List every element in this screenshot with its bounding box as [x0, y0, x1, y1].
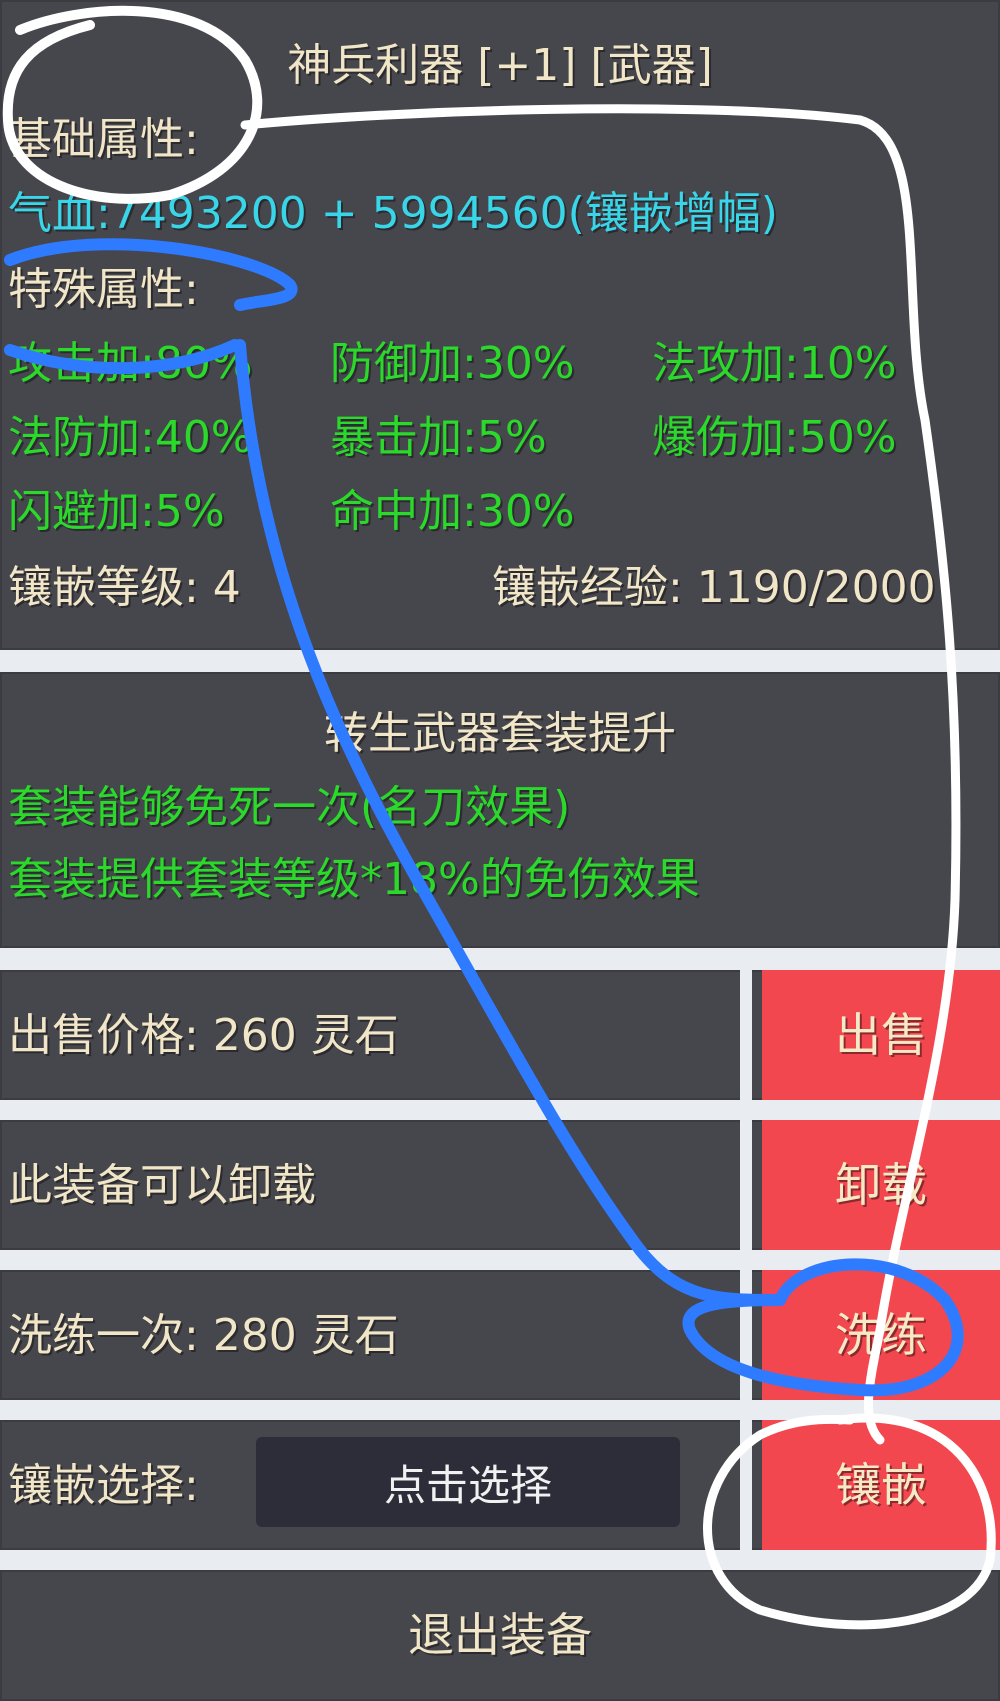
inlay-exp: 镶嵌经验: 1190/2000 — [492, 562, 936, 613]
attr-crit: 暴击加:5% — [330, 412, 547, 463]
attr-dodge: 闪避加:5% — [8, 486, 225, 537]
inlay-level: 镶嵌等级: 4 — [8, 562, 241, 613]
item-title: 神兵利器 [+1] [武器] — [287, 40, 713, 91]
exit-bar[interactable]: 退出装备 — [0, 1570, 1000, 1701]
unload-button[interactable]: 卸载 — [762, 1120, 1000, 1250]
inlay-select-label: 镶嵌选择: — [8, 1460, 199, 1511]
attr-defense: 防御加:30% — [330, 338, 575, 389]
inlay-button[interactable]: 镶嵌 — [762, 1420, 1000, 1550]
hp-attr-value: 气血:7493200 + 5994560(镶嵌增幅) — [8, 188, 778, 239]
attr-hit: 命中加:30% — [330, 486, 575, 537]
attr-crit-damage: 爆伤加:50% — [652, 412, 897, 463]
sell-price-text: 出售价格: 260 灵石 — [8, 1010, 399, 1061]
inlay-select-field[interactable]: 点击选择 — [256, 1437, 680, 1527]
set-bonus-panel: 转生武器套装提升 套装能够免死一次(名刀效果) 套装提供套装等级*18%的免伤效… — [0, 672, 1000, 948]
unload-text: 此装备可以卸载 — [8, 1160, 316, 1211]
refine-button[interactable]: 洗练 — [762, 1270, 1000, 1400]
item-info-panel: 神兵利器 [+1] [武器] 基础属性: 气血:7493200 + 599456… — [0, 0, 1000, 650]
row-divider — [740, 970, 752, 1550]
attr-attack: 攻击加:80% — [8, 338, 253, 389]
special-attr-label: 特殊属性: — [8, 264, 199, 315]
sell-button[interactable]: 出售 — [762, 970, 1000, 1100]
equipment-detail-screen: 神兵利器 [+1] [武器] 基础属性: 气血:7493200 + 599456… — [0, 0, 1000, 1701]
attr-magic-defense: 法防加:40% — [8, 412, 253, 463]
base-attr-label: 基础属性: — [8, 114, 199, 165]
attr-magic-attack: 法攻加:10% — [652, 338, 897, 389]
exit-equipment-button[interactable]: 退出装备 — [0, 1612, 1000, 1658]
set-effect-2: 套装提供套装等级*18%的免伤效果 — [8, 854, 700, 905]
set-title: 转生武器套装提升 — [324, 708, 676, 759]
set-effect-1: 套装能够免死一次(名刀效果) — [8, 782, 571, 833]
refine-price-text: 洗练一次: 280 灵石 — [8, 1310, 399, 1361]
